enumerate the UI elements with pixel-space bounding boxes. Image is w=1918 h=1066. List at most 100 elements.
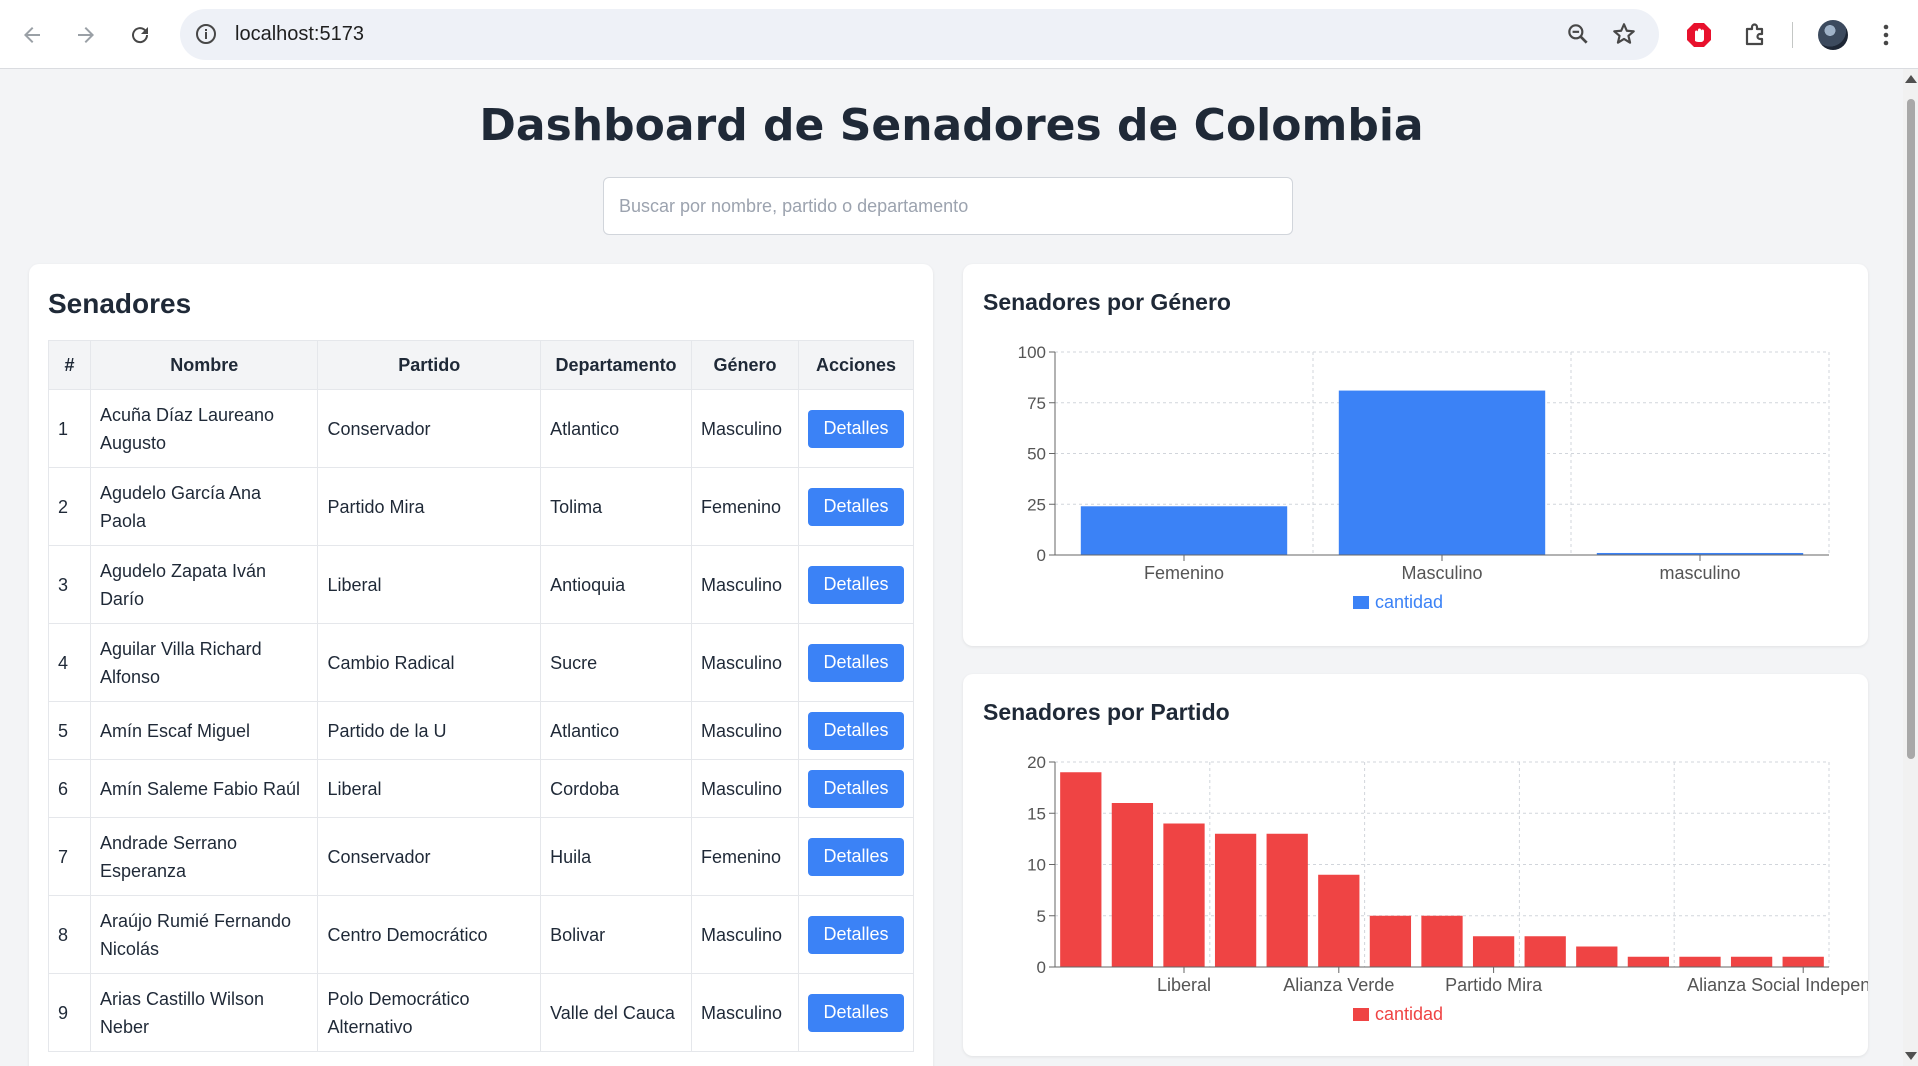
cell-number: 7 xyxy=(48,817,91,896)
cell-acciones: Detalles xyxy=(797,467,915,546)
x-tick-label: Femenino xyxy=(1144,563,1224,583)
detalles-button[interactable]: Detalles xyxy=(807,487,904,526)
extensions-puzzle-icon[interactable] xyxy=(1740,20,1770,50)
cell-departamento: Bolivar xyxy=(540,895,692,974)
legend-label: cantidad xyxy=(1375,592,1443,612)
bookmark-star-icon[interactable] xyxy=(1611,21,1637,47)
zoom-icon[interactable] xyxy=(1565,21,1591,47)
arrow-left-icon xyxy=(24,27,40,43)
address-bar[interactable]: localhost:5173 xyxy=(180,9,1659,60)
detalles-button[interactable]: Detalles xyxy=(807,993,904,1032)
info-icon[interactable] xyxy=(194,22,218,46)
column-header-departamento[interactable]: Departamento xyxy=(540,340,692,390)
cell-nombre: Amín Saleme Fabio Raúl xyxy=(89,759,319,818)
bar xyxy=(1627,956,1670,967)
scrollbar-thumb[interactable] xyxy=(1907,99,1915,759)
x-tick-label: Alianza Verde xyxy=(1283,975,1394,995)
back-button[interactable] xyxy=(14,17,50,53)
bar xyxy=(1318,874,1360,967)
page-title: Dashboard de Senadores de Colombia xyxy=(479,100,1424,151)
cell-acciones: Detalles xyxy=(797,973,915,1052)
y-tick-label: 20 xyxy=(1027,753,1046,772)
detalles-button[interactable]: Detalles xyxy=(807,409,904,448)
x-tick-label: Alianza Social Independiente xyxy=(1687,975,1868,995)
cell-genero: Masculino xyxy=(691,701,799,760)
browser-toolbar: localhost:5173 xyxy=(0,0,1918,69)
bar xyxy=(1163,823,1205,967)
cell-departamento: Atlantico xyxy=(540,701,692,760)
bar xyxy=(1730,956,1773,967)
y-tick-label: 5 xyxy=(1037,907,1046,926)
cell-number: 2 xyxy=(48,467,91,546)
cell-number: 5 xyxy=(48,701,91,760)
cell-nombre: Agudelo Zapata Iván Darío xyxy=(89,545,319,624)
reload-icon xyxy=(132,27,149,44)
bar xyxy=(1472,936,1515,967)
cell-number: 1 xyxy=(48,389,91,468)
bar xyxy=(1421,915,1463,967)
detalles-button[interactable]: Detalles xyxy=(807,565,904,604)
gender-chart-card: Senadores por Género 0 25 50 75 100 Femenino M… xyxy=(963,264,1868,646)
cell-nombre: Agudelo García Ana Paola xyxy=(89,467,319,546)
scroll-up-icon[interactable] xyxy=(1905,75,1917,83)
cell-genero: Femenino xyxy=(691,817,799,896)
y-tick-label: 15 xyxy=(1027,804,1046,823)
x-tick-label: Liberal xyxy=(1157,975,1211,995)
search-input[interactable] xyxy=(603,177,1293,235)
cell-number: 3 xyxy=(48,545,91,624)
cell-partido: Cambio Radical xyxy=(317,623,542,702)
cell-partido: Conservador xyxy=(317,817,542,896)
page-scrollbar[interactable] xyxy=(1903,69,1918,1066)
column-header-number[interactable]: # xyxy=(48,340,91,390)
cell-nombre: Arias Castillo Wilson Neber xyxy=(89,973,319,1052)
cell-acciones: Detalles xyxy=(797,389,915,468)
column-header-acciones: Acciones xyxy=(797,340,915,390)
y-tick-label: 25 xyxy=(1027,495,1046,514)
senators-table-wrap: # Nombre Partido Departamento Género Acc… xyxy=(48,340,915,1052)
cell-genero: Masculino xyxy=(691,973,799,1052)
cell-departamento: Atlantico xyxy=(540,389,692,468)
party-bar-chart: 0 5 10 15 20 Liberal Alianza Verde Partido Mira… xyxy=(1027,753,1868,1024)
cell-partido: Polo Democrático Alternativo xyxy=(317,973,542,1052)
scroll-down-icon[interactable] xyxy=(1905,1052,1917,1060)
bar xyxy=(1338,390,1546,555)
cell-genero: Masculino xyxy=(691,895,799,974)
cell-departamento: Valle del Cauca xyxy=(540,973,692,1052)
bar xyxy=(1266,833,1308,967)
legend-label: cantidad xyxy=(1375,1004,1443,1024)
cell-partido: Partido de la U xyxy=(317,701,542,760)
table-row: 9 Arias Castillo Wilson Neber Polo Democ… xyxy=(48,973,915,1052)
y-tick-label: 0 xyxy=(1037,958,1046,977)
more-menu-icon[interactable] xyxy=(1876,20,1896,50)
url-text[interactable]: localhost:5173 xyxy=(235,23,364,46)
cell-departamento: Sucre xyxy=(540,623,692,702)
adblock-extension-icon[interactable] xyxy=(1684,20,1714,50)
bar xyxy=(1111,803,1154,967)
reload-button[interactable] xyxy=(122,17,158,53)
cell-acciones: Detalles xyxy=(797,701,915,760)
detalles-button[interactable]: Detalles xyxy=(807,915,904,954)
detalles-button[interactable]: Detalles xyxy=(807,643,904,682)
detalles-button[interactable]: Detalles xyxy=(807,769,904,808)
legend-swatch xyxy=(1353,1008,1369,1021)
forward-button[interactable] xyxy=(68,17,104,53)
toolbar-separator xyxy=(1792,22,1793,48)
cell-acciones: Detalles xyxy=(797,895,915,974)
x-tick-label: masculino xyxy=(1659,563,1740,583)
cell-nombre: Aguilar Villa Richard Alfonso xyxy=(89,623,319,702)
bar xyxy=(1060,772,1102,967)
column-header-genero[interactable]: Género xyxy=(691,340,799,390)
cell-number: 4 xyxy=(48,623,91,702)
detalles-button[interactable]: Detalles xyxy=(807,837,904,876)
cell-nombre: Amín Escaf Miguel xyxy=(89,701,319,760)
column-header-partido[interactable]: Partido xyxy=(317,340,542,390)
cell-acciones: Detalles xyxy=(797,545,915,624)
cell-departamento: Huila xyxy=(540,817,692,896)
cell-acciones: Detalles xyxy=(797,623,915,702)
profile-avatar[interactable] xyxy=(1818,20,1848,50)
column-header-nombre[interactable]: Nombre xyxy=(89,340,319,390)
detalles-button[interactable]: Detalles xyxy=(807,711,904,750)
party-chart-card: Senadores por Partido 0 5 10 15 20 Liberal Ali… xyxy=(963,674,1868,1056)
table-row: 5 Amín Escaf Miguel Partido de la U Atla… xyxy=(48,701,915,760)
legend-swatch xyxy=(1353,596,1369,609)
